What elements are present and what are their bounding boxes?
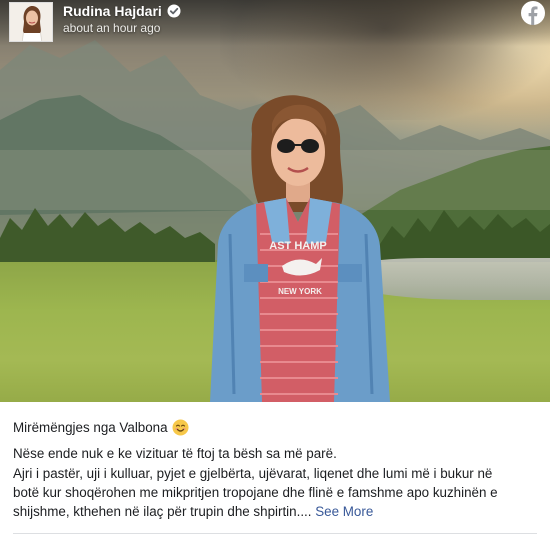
shirt-text-bottom: NEW YORK [278, 287, 322, 296]
facebook-icon[interactable] [521, 1, 545, 26]
verified-check-icon [167, 4, 181, 18]
see-more-link[interactable]: See More [315, 504, 373, 519]
woman-figure: AST HAMP NEW YORK [210, 95, 390, 402]
smiling-face-icon [172, 419, 189, 436]
caption-line-3: botë kur shoqërohen me mikpritjen tropoj… [13, 484, 498, 500]
divider [13, 533, 537, 534]
avatar[interactable] [9, 2, 53, 42]
caption-greeting: Mirëmëngjes nga Valbona [13, 418, 538, 437]
caption-greeting-text: Mirëmëngjes nga Valbona [13, 420, 168, 435]
post-photo[interactable]: AST HAMP NEW YORK Rudina Hajdari about a… [0, 0, 550, 402]
caption-line-2: Ajri i pastër, uji i kulluar, pyjet e gj… [13, 465, 493, 481]
caption-line-1: Nëse ende nuk e ke vizituar të ftoj ta b… [13, 446, 337, 462]
shirt-text-top: AST HAMP [269, 240, 326, 252]
author-name-text[interactable]: Rudina Hajdari [63, 3, 162, 19]
post-timestamp[interactable]: about an hour ago [63, 21, 160, 35]
post-caption: Mirëmëngjes nga Valbona Nëse ende nuk e … [13, 418, 538, 521]
caption-line-4: shijshme, kthehen në ilaç për trupin dhe… [13, 502, 538, 521]
author-name[interactable]: Rudina Hajdari [63, 3, 181, 19]
social-post: AST HAMP NEW YORK Rudina Hajdari about a… [0, 0, 550, 538]
caption-line-4-text: shijshme, kthehen në ilaç për trupin dhe… [13, 504, 312, 520]
